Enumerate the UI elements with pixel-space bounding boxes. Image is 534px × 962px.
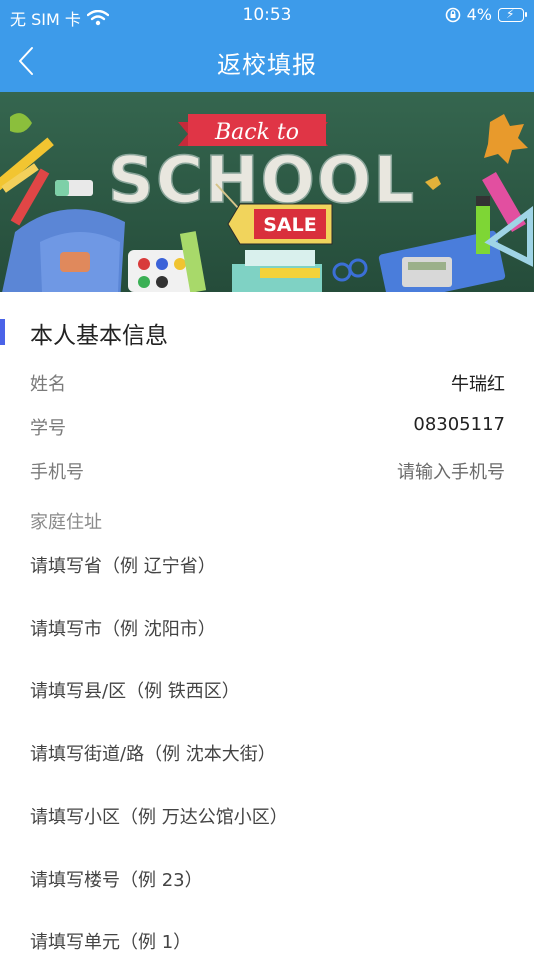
- back-to-school-banner: Back to SCHOOL SALE: [0, 92, 534, 292]
- student-id-label: 学号: [30, 418, 66, 439]
- page-title: 返校填报: [217, 51, 317, 79]
- city-input[interactable]: 请填写市（例 沈阳市）: [30, 615, 504, 649]
- phone-row[interactable]: 手机号 请输入手机号: [30, 454, 505, 484]
- street-input[interactable]: 请填写街道/路（例 沈本大街）: [30, 740, 504, 774]
- status-bar: 无 SIM 卡 10:53 4% ⚡: [0, 0, 534, 30]
- community-input[interactable]: 请填写小区（例 万达公馆小区）: [30, 803, 504, 837]
- building-input[interactable]: 请填写楼号（例 23）: [30, 866, 504, 900]
- battery-icon: ⚡: [498, 6, 527, 22]
- district-input[interactable]: 请填写县/区（例 铁西区）: [30, 677, 504, 711]
- battery-percent: 4%: [466, 5, 492, 24]
- banner-back-to-text: Back to: [214, 120, 299, 145]
- charging-bolt-icon: ⚡: [506, 6, 515, 21]
- status-right: 4% ⚡: [445, 5, 527, 24]
- banner-illustration: Back to SCHOOL SALE: [0, 92, 534, 292]
- phone-input[interactable]: 请输入手机号: [397, 458, 505, 484]
- student-id-value: 08305117: [413, 414, 505, 435]
- name-row: 姓名 牛瑞红: [30, 366, 505, 396]
- section-accent-bar: [0, 319, 5, 345]
- unit-input[interactable]: 请填写单元（例 1）: [30, 928, 504, 962]
- nav-bar: 返校填报: [0, 30, 534, 92]
- province-input[interactable]: 请填写省（例 辽宁省）: [30, 552, 504, 586]
- address-label: 家庭住址: [30, 512, 102, 533]
- basic-info-section-header: 本人基本信息: [0, 314, 534, 350]
- orientation-lock-icon: [445, 7, 460, 22]
- student-id-row: 学号 08305117: [30, 410, 505, 440]
- name-value: 牛瑞红: [451, 374, 505, 395]
- banner-sale-text: SALE: [263, 214, 316, 236]
- section-title: 本人基本信息: [30, 323, 168, 349]
- phone-label: 手机号: [30, 462, 84, 483]
- name-label: 姓名: [30, 374, 66, 395]
